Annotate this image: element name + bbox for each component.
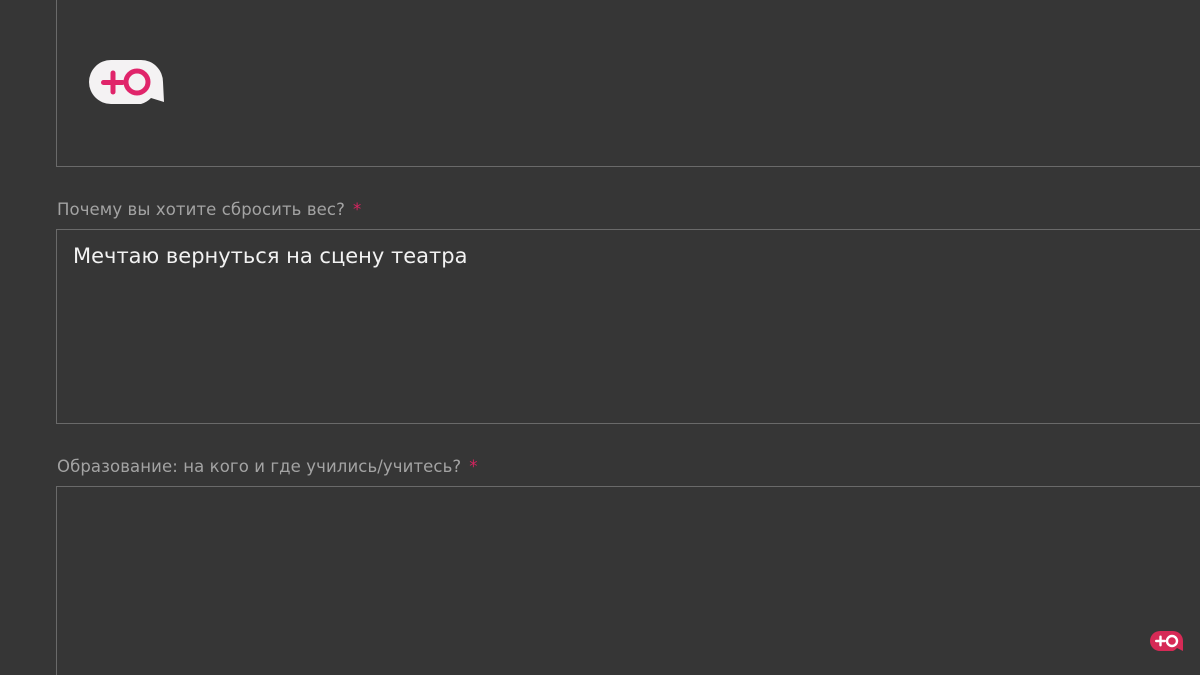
previous-field-textarea[interactable] xyxy=(56,0,1200,167)
education-textarea[interactable] xyxy=(56,486,1200,675)
form-page: Почему вы хотите сбросить вес? * Мечтаю в… xyxy=(0,0,1200,675)
weight-reason-label: Почему вы хотите сбросить вес? * xyxy=(57,200,361,219)
plus-o-speech-bubble-icon xyxy=(89,60,164,104)
weight-reason-textarea[interactable]: Мечтаю вернуться на сцену театра xyxy=(56,229,1200,424)
required-asterisk: * xyxy=(352,200,362,219)
required-asterisk: * xyxy=(469,457,478,476)
education-label: Образование: на кого и где учились/учите… xyxy=(57,457,478,476)
education-label-text: Образование: на кого и где учились/учите… xyxy=(57,457,462,476)
plus-o-watermark-icon xyxy=(1150,631,1183,651)
weight-reason-value: Мечтаю вернуться на сцену театра xyxy=(73,244,468,268)
weight-reason-label-text: Почему вы хотите сбросить вес? xyxy=(57,200,345,219)
